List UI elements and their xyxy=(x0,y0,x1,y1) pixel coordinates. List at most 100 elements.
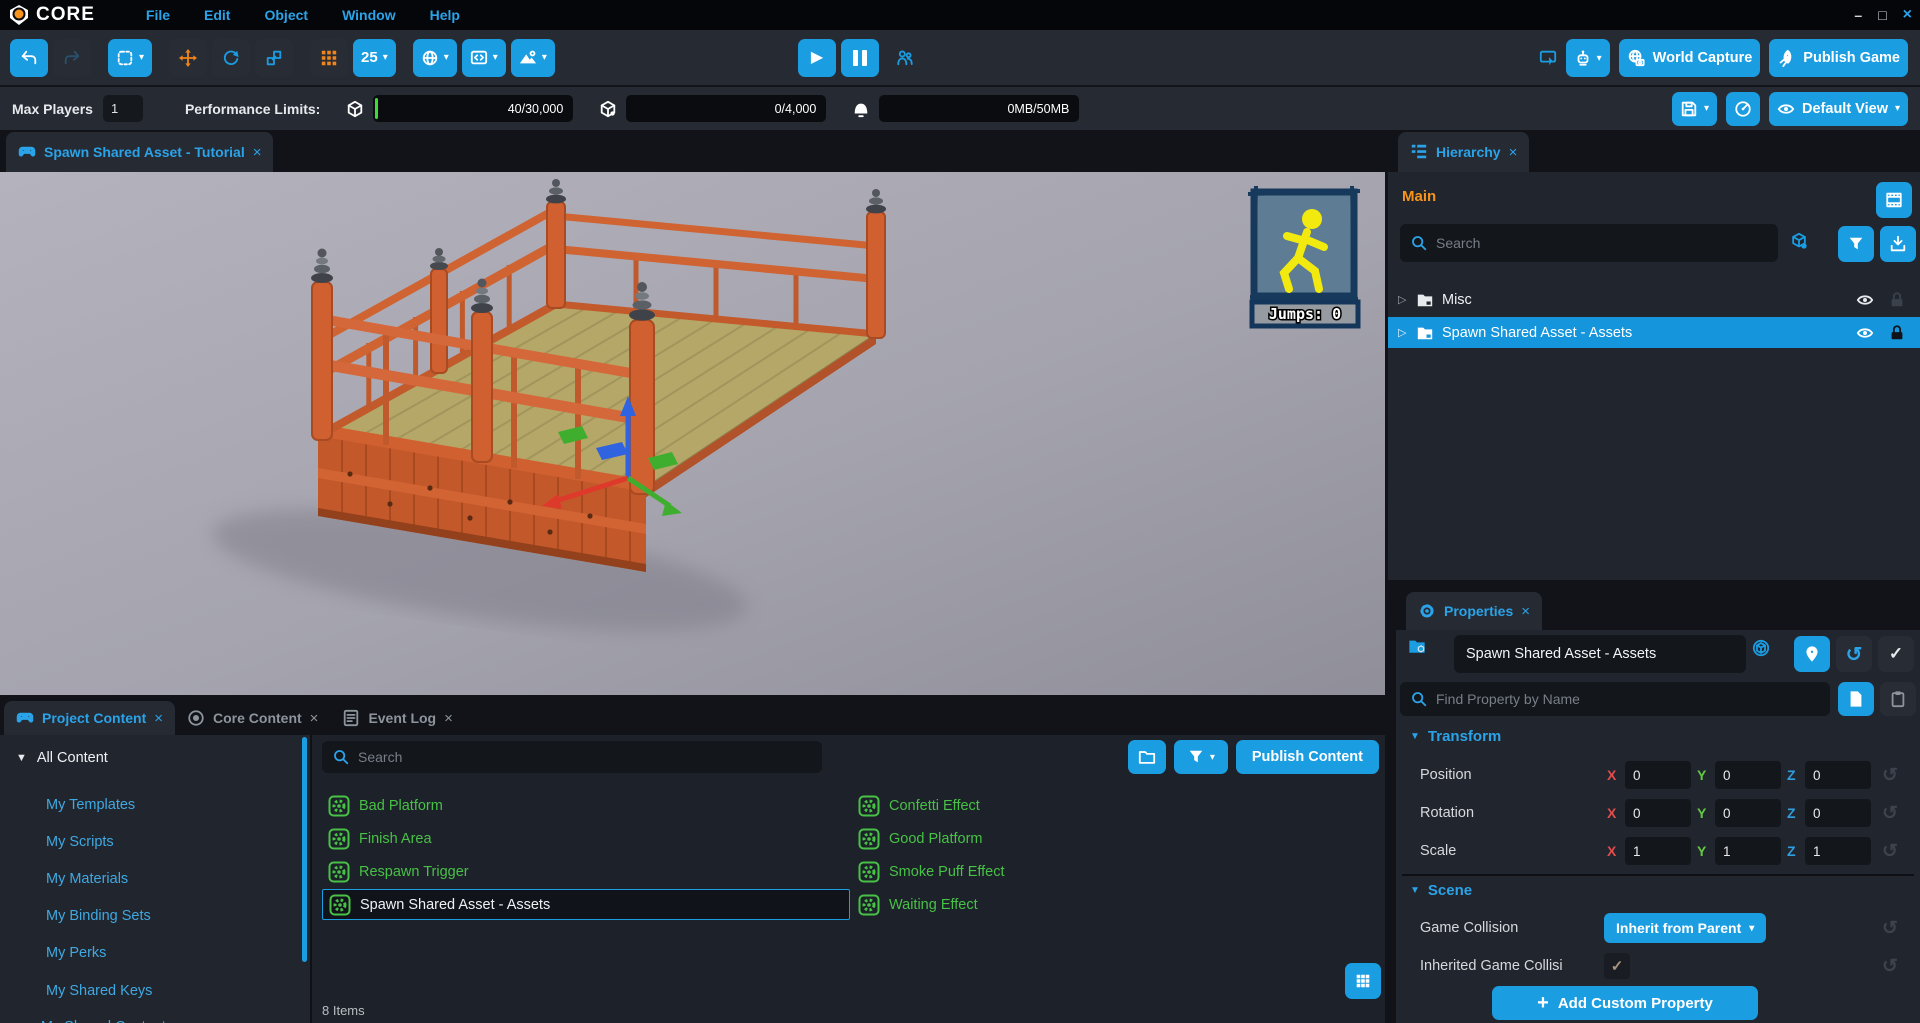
grid-snap-button[interactable] xyxy=(310,39,348,77)
scale-x-input[interactable] xyxy=(1625,837,1691,865)
terrain-tool-dropdown[interactable]: ▾ xyxy=(511,39,555,77)
lock-icon[interactable] xyxy=(1888,291,1906,309)
world-capture-button[interactable]: World Capture xyxy=(1619,39,1761,77)
hierarchy-filter-button[interactable] xyxy=(1838,226,1874,262)
import-asset-button[interactable] xyxy=(1880,226,1916,262)
content-item-finish-area[interactable]: Finish Area xyxy=(322,823,850,854)
tree-item-my-perks[interactable]: My Perks xyxy=(46,941,106,965)
paste-properties-button[interactable] xyxy=(1880,682,1916,716)
tree-item-my-scripts[interactable]: My Scripts xyxy=(46,830,114,854)
open-folder-button[interactable] xyxy=(1128,740,1166,774)
hierarchy-search-input[interactable] xyxy=(1436,235,1768,251)
scene-viewport[interactable]: Jumps: 0 xyxy=(0,172,1385,695)
scale-y-input[interactable] xyxy=(1715,837,1781,865)
reset-icon[interactable]: ↺ xyxy=(1882,764,1898,787)
close-icon[interactable]: × xyxy=(310,710,319,727)
maximize-button[interactable]: □ xyxy=(1878,7,1886,23)
content-filter-dropdown[interactable]: ▾ xyxy=(1174,740,1228,774)
content-search-input[interactable] xyxy=(358,749,812,765)
tree-item-my-materials[interactable]: My Materials xyxy=(46,867,128,891)
editor-windows-dropdown[interactable]: ▾ xyxy=(462,39,506,77)
cinematic-capture-button[interactable] xyxy=(1876,182,1912,218)
save-dropdown-button[interactable]: ▾ xyxy=(1672,92,1717,126)
reset-icon[interactable]: ↺ xyxy=(1882,955,1898,978)
content-item-smoke-puff-effect[interactable]: Smoke Puff Effect xyxy=(852,856,1380,887)
menu-item-edit[interactable]: Edit xyxy=(204,7,230,23)
position-x-input[interactable] xyxy=(1625,761,1691,789)
move-tool-button[interactable] xyxy=(169,39,207,77)
lock-icon[interactable] xyxy=(1888,324,1906,342)
default-view-dropdown[interactable]: Default View ▾ xyxy=(1769,92,1908,126)
close-window-button[interactable]: × xyxy=(1903,6,1912,24)
close-icon[interactable]: × xyxy=(444,710,453,727)
content-item-respawn-trigger[interactable]: Respawn Trigger xyxy=(322,856,850,887)
find-property-input[interactable] xyxy=(1436,691,1820,707)
copy-properties-button[interactable] xyxy=(1838,682,1874,716)
rotation-y-input[interactable] xyxy=(1715,799,1781,827)
max-players-input[interactable] xyxy=(103,95,143,122)
scale-tool-button[interactable] xyxy=(255,39,293,77)
tab-project-content[interactable]: Project Content × xyxy=(4,701,175,735)
close-icon[interactable]: × xyxy=(253,144,262,161)
tab-event-log[interactable]: Event Log × xyxy=(330,701,464,735)
reset-icon[interactable]: ↺ xyxy=(1882,917,1898,940)
dynamic-objects-toggle[interactable] xyxy=(1790,232,1808,250)
tab-hierarchy[interactable]: Hierarchy × xyxy=(1398,132,1529,172)
apply-button[interactable]: ✓ xyxy=(1878,636,1914,672)
position-y-input[interactable] xyxy=(1715,761,1781,789)
hierarchy-row-spawn-shared-asset[interactable]: ▷ Spawn Shared Asset - Assets xyxy=(1388,317,1920,348)
content-item-spawn-shared-asset[interactable]: Spawn Shared Asset - Assets xyxy=(322,889,850,920)
close-icon[interactable]: × xyxy=(1521,603,1530,620)
find-in-scene-button[interactable] xyxy=(1794,636,1830,672)
tree-item-my-binding-sets[interactable]: My Binding Sets xyxy=(46,904,151,928)
rotate-tool-button[interactable] xyxy=(212,39,250,77)
game-collision-dropdown[interactable]: Inherit from Parent ▾ xyxy=(1604,913,1766,943)
world-settings-dropdown[interactable]: ▾ xyxy=(413,39,457,77)
scene-section-header[interactable]: ▼ Scene xyxy=(1410,882,1472,899)
reset-object-button[interactable]: ↺ xyxy=(1836,636,1872,672)
snap-size-dropdown[interactable]: 25 ▾ xyxy=(353,39,396,77)
screen-capture-button[interactable] xyxy=(1539,49,1557,67)
find-property-search[interactable] xyxy=(1400,682,1830,716)
transform-section-header[interactable]: ▼ Transform xyxy=(1410,728,1501,745)
visibility-eye-icon[interactable] xyxy=(1856,324,1874,342)
tab-properties[interactable]: Properties × xyxy=(1406,592,1542,630)
tab-core-content[interactable]: Core Content × xyxy=(175,701,330,735)
menu-item-file[interactable]: File xyxy=(146,7,170,23)
menu-item-window[interactable]: Window xyxy=(342,7,396,23)
rotation-x-input[interactable] xyxy=(1625,799,1691,827)
play-button[interactable]: ▶ xyxy=(798,39,836,77)
tree-item-my-shared-keys[interactable]: My Shared Keys xyxy=(46,979,152,1003)
networked-group-toggle[interactable] xyxy=(1752,639,1770,657)
expand-icon[interactable]: ▷ xyxy=(1398,326,1408,339)
redo-button[interactable] xyxy=(53,39,91,77)
reset-icon[interactable]: ↺ xyxy=(1882,840,1898,863)
content-item-confetti-effect[interactable]: Confetti Effect xyxy=(852,790,1380,821)
object-name-input[interactable] xyxy=(1454,635,1746,673)
hierarchy-search[interactable] xyxy=(1400,224,1778,262)
expand-icon[interactable]: ▷ xyxy=(1398,293,1408,306)
tree-item-my-templates[interactable]: My Templates xyxy=(46,793,135,817)
publish-game-button[interactable]: Publish Game xyxy=(1769,39,1908,77)
tab-scene-viewport[interactable]: Spawn Shared Asset - Tutorial × xyxy=(6,132,273,172)
select-tool-button[interactable]: ▾ xyxy=(108,39,152,77)
bot-tools-dropdown[interactable]: ▾ xyxy=(1566,39,1610,77)
minimize-button[interactable]: – xyxy=(1854,7,1862,23)
tree-item-all-content[interactable]: ▼ All Content xyxy=(16,746,108,770)
multiplayer-preview-button[interactable] xyxy=(896,49,914,67)
hierarchy-row-misc[interactable]: ▷ Misc xyxy=(1388,284,1920,315)
rotation-z-input[interactable] xyxy=(1805,799,1871,827)
tree-item-my-shared-content[interactable]: ▼ My Shared Content xyxy=(20,1015,166,1023)
position-z-input[interactable] xyxy=(1805,761,1871,789)
pause-button[interactable] xyxy=(841,39,879,77)
menu-item-object[interactable]: Object xyxy=(264,7,308,23)
scale-z-input[interactable] xyxy=(1805,837,1871,865)
menu-item-help[interactable]: Help xyxy=(430,7,460,23)
close-icon[interactable]: × xyxy=(1509,144,1518,161)
content-search[interactable] xyxy=(322,741,822,773)
performance-view-button[interactable] xyxy=(1726,92,1760,126)
grid-view-button[interactable] xyxy=(1345,963,1381,999)
content-item-waiting-effect[interactable]: Waiting Effect xyxy=(852,889,1380,920)
publish-content-button[interactable]: Publish Content xyxy=(1236,740,1379,774)
reset-icon[interactable]: ↺ xyxy=(1882,802,1898,825)
